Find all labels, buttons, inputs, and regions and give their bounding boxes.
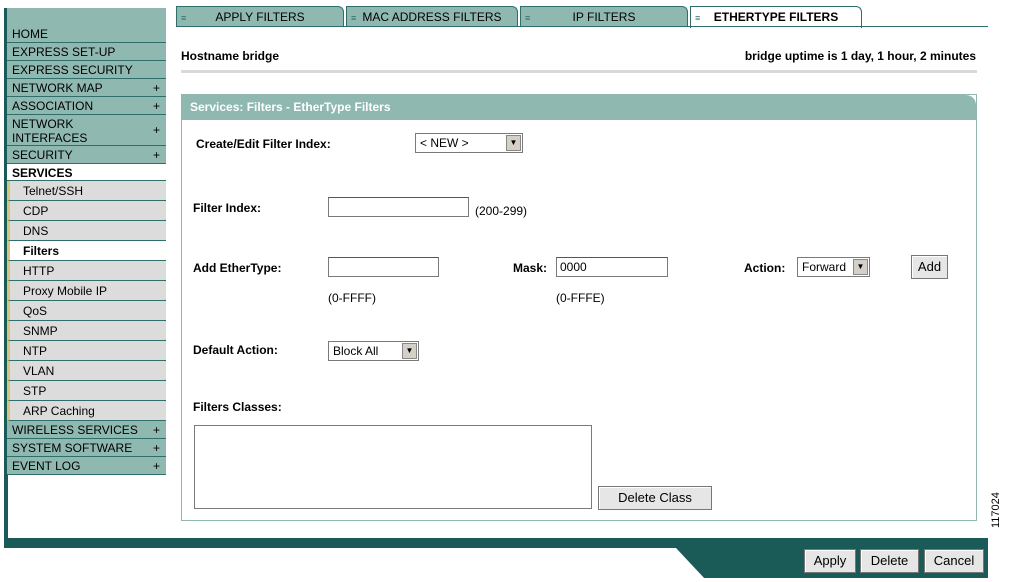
filters-panel: Services: Filters - EtherType Filters Cr…: [181, 94, 977, 521]
create-edit-label: Create/Edit Filter Index:: [196, 137, 331, 151]
sidebar-subitem-vlan[interactable]: VLAN: [7, 361, 166, 381]
add-button[interactable]: Add: [911, 255, 948, 279]
filters-classes-list[interactable]: [194, 425, 592, 509]
sidebar-item-network-interfaces[interactable]: NETWORK INTERFACES +: [7, 115, 166, 146]
figure-id: 117024: [990, 492, 1002, 528]
sidebar-header: [7, 8, 166, 25]
sidebar-subitem-telnet-ssh[interactable]: Telnet/SSH: [7, 181, 166, 201]
header-divider: [181, 70, 977, 73]
chevron-down-icon: ▼: [853, 259, 868, 275]
sidebar-item-security[interactable]: SECURITY +: [7, 146, 166, 164]
chevron-down-icon: ▼: [506, 135, 521, 151]
tab-grip-icon: ≡: [695, 13, 701, 23]
hostname-label: Hostname bridge: [181, 49, 280, 63]
tab-ip-filters[interactable]: ≡ IP FILTERS: [520, 6, 688, 27]
tab-grip-icon: ≡: [181, 13, 187, 23]
sidebar-item-system-software[interactable]: SYSTEM SOFTWARE +: [7, 439, 166, 457]
sidebar-subitem-qos[interactable]: QoS: [7, 301, 166, 321]
apply-button[interactable]: Apply: [804, 549, 856, 573]
panel-title: Services: Filters - EtherType Filters: [182, 95, 976, 120]
mask-input[interactable]: [556, 257, 668, 277]
expand-plus-icon: +: [152, 147, 160, 162]
filter-index-label: Filter Index:: [193, 201, 262, 215]
ethertype-hint: (0-FFFF): [328, 291, 376, 305]
tab-mac-address-filters[interactable]: ≡ MAC ADDRESS FILTERS: [346, 6, 518, 27]
expand-plus-icon: +: [152, 123, 160, 137]
tab-grip-icon: ≡: [525, 13, 531, 23]
expand-plus-icon: +: [152, 422, 160, 437]
create-edit-select[interactable]: < NEW > ▼: [415, 133, 523, 153]
mask-hint: (0-FFFE): [556, 291, 605, 305]
sidebar-item-home[interactable]: HOME: [7, 25, 166, 43]
action-label: Action:: [744, 261, 786, 275]
tab-underline: [176, 26, 988, 27]
sidebar-item-services[interactable]: SERVICES: [7, 164, 166, 181]
expand-plus-icon: +: [152, 458, 160, 473]
sidebar-item-network-map[interactable]: NETWORK MAP +: [7, 79, 166, 97]
footer-bar: [4, 538, 988, 548]
sidebar-item-express-security[interactable]: EXPRESS SECURITY: [7, 61, 166, 79]
sidebar-subitem-stp[interactable]: STP: [7, 381, 166, 401]
filters-classes-label: Filters Classes:: [193, 400, 282, 414]
uptime-label: bridge uptime is 1 day, 1 hour, 2 minute…: [744, 49, 976, 63]
cancel-button[interactable]: Cancel: [924, 549, 984, 573]
sidebar-nav: HOME EXPRESS SET-UP EXPRESS SECURITY NET…: [7, 25, 166, 475]
sidebar-item-association[interactable]: ASSOCIATION +: [7, 97, 166, 115]
sidebar-subitem-dns[interactable]: DNS: [7, 221, 166, 241]
delete-button[interactable]: Delete: [860, 549, 919, 573]
add-ethertype-label: Add EtherType:: [193, 261, 282, 275]
tab-ethertype-filters[interactable]: ≡ ETHERTYPE FILTERS: [690, 6, 862, 28]
sidebar-subitem-snmp[interactable]: SNMP: [7, 321, 166, 341]
sidebar-subitem-filters[interactable]: Filters: [7, 241, 166, 261]
expand-plus-icon: +: [152, 80, 160, 95]
sidebar-item-wireless-services[interactable]: WIRELESS SERVICES +: [7, 421, 166, 439]
add-ethertype-input[interactable]: [328, 257, 439, 277]
sidebar-subitem-proxy-mobile-ip[interactable]: Proxy Mobile IP: [7, 281, 166, 301]
sidebar-item-express-set-up[interactable]: EXPRESS SET-UP: [7, 43, 166, 61]
sidebar-item-event-log[interactable]: EVENT LOG +: [7, 457, 166, 475]
expand-plus-icon: +: [152, 98, 160, 113]
filter-index-input[interactable]: [328, 197, 469, 217]
sidebar-subitem-http[interactable]: HTTP: [7, 261, 166, 281]
action-select[interactable]: Forward ▼: [797, 257, 870, 277]
sidebar-subitem-cdp[interactable]: CDP: [7, 201, 166, 221]
expand-plus-icon: +: [152, 440, 160, 455]
tab-grip-icon: ≡: [351, 13, 357, 23]
filter-index-hint: (200-299): [475, 204, 528, 218]
sidebar-subitem-arp-caching[interactable]: ARP Caching: [7, 401, 166, 421]
tab-apply-filters[interactable]: ≡ APPLY FILTERS: [176, 6, 344, 27]
chevron-down-icon: ▼: [402, 343, 417, 359]
delete-class-button[interactable]: Delete Class: [598, 486, 712, 510]
mask-label: Mask:: [513, 261, 548, 275]
default-action-label: Default Action:: [193, 343, 278, 357]
default-action-select[interactable]: Block All ▼: [328, 341, 419, 361]
sidebar-subitem-ntp[interactable]: NTP: [7, 341, 166, 361]
